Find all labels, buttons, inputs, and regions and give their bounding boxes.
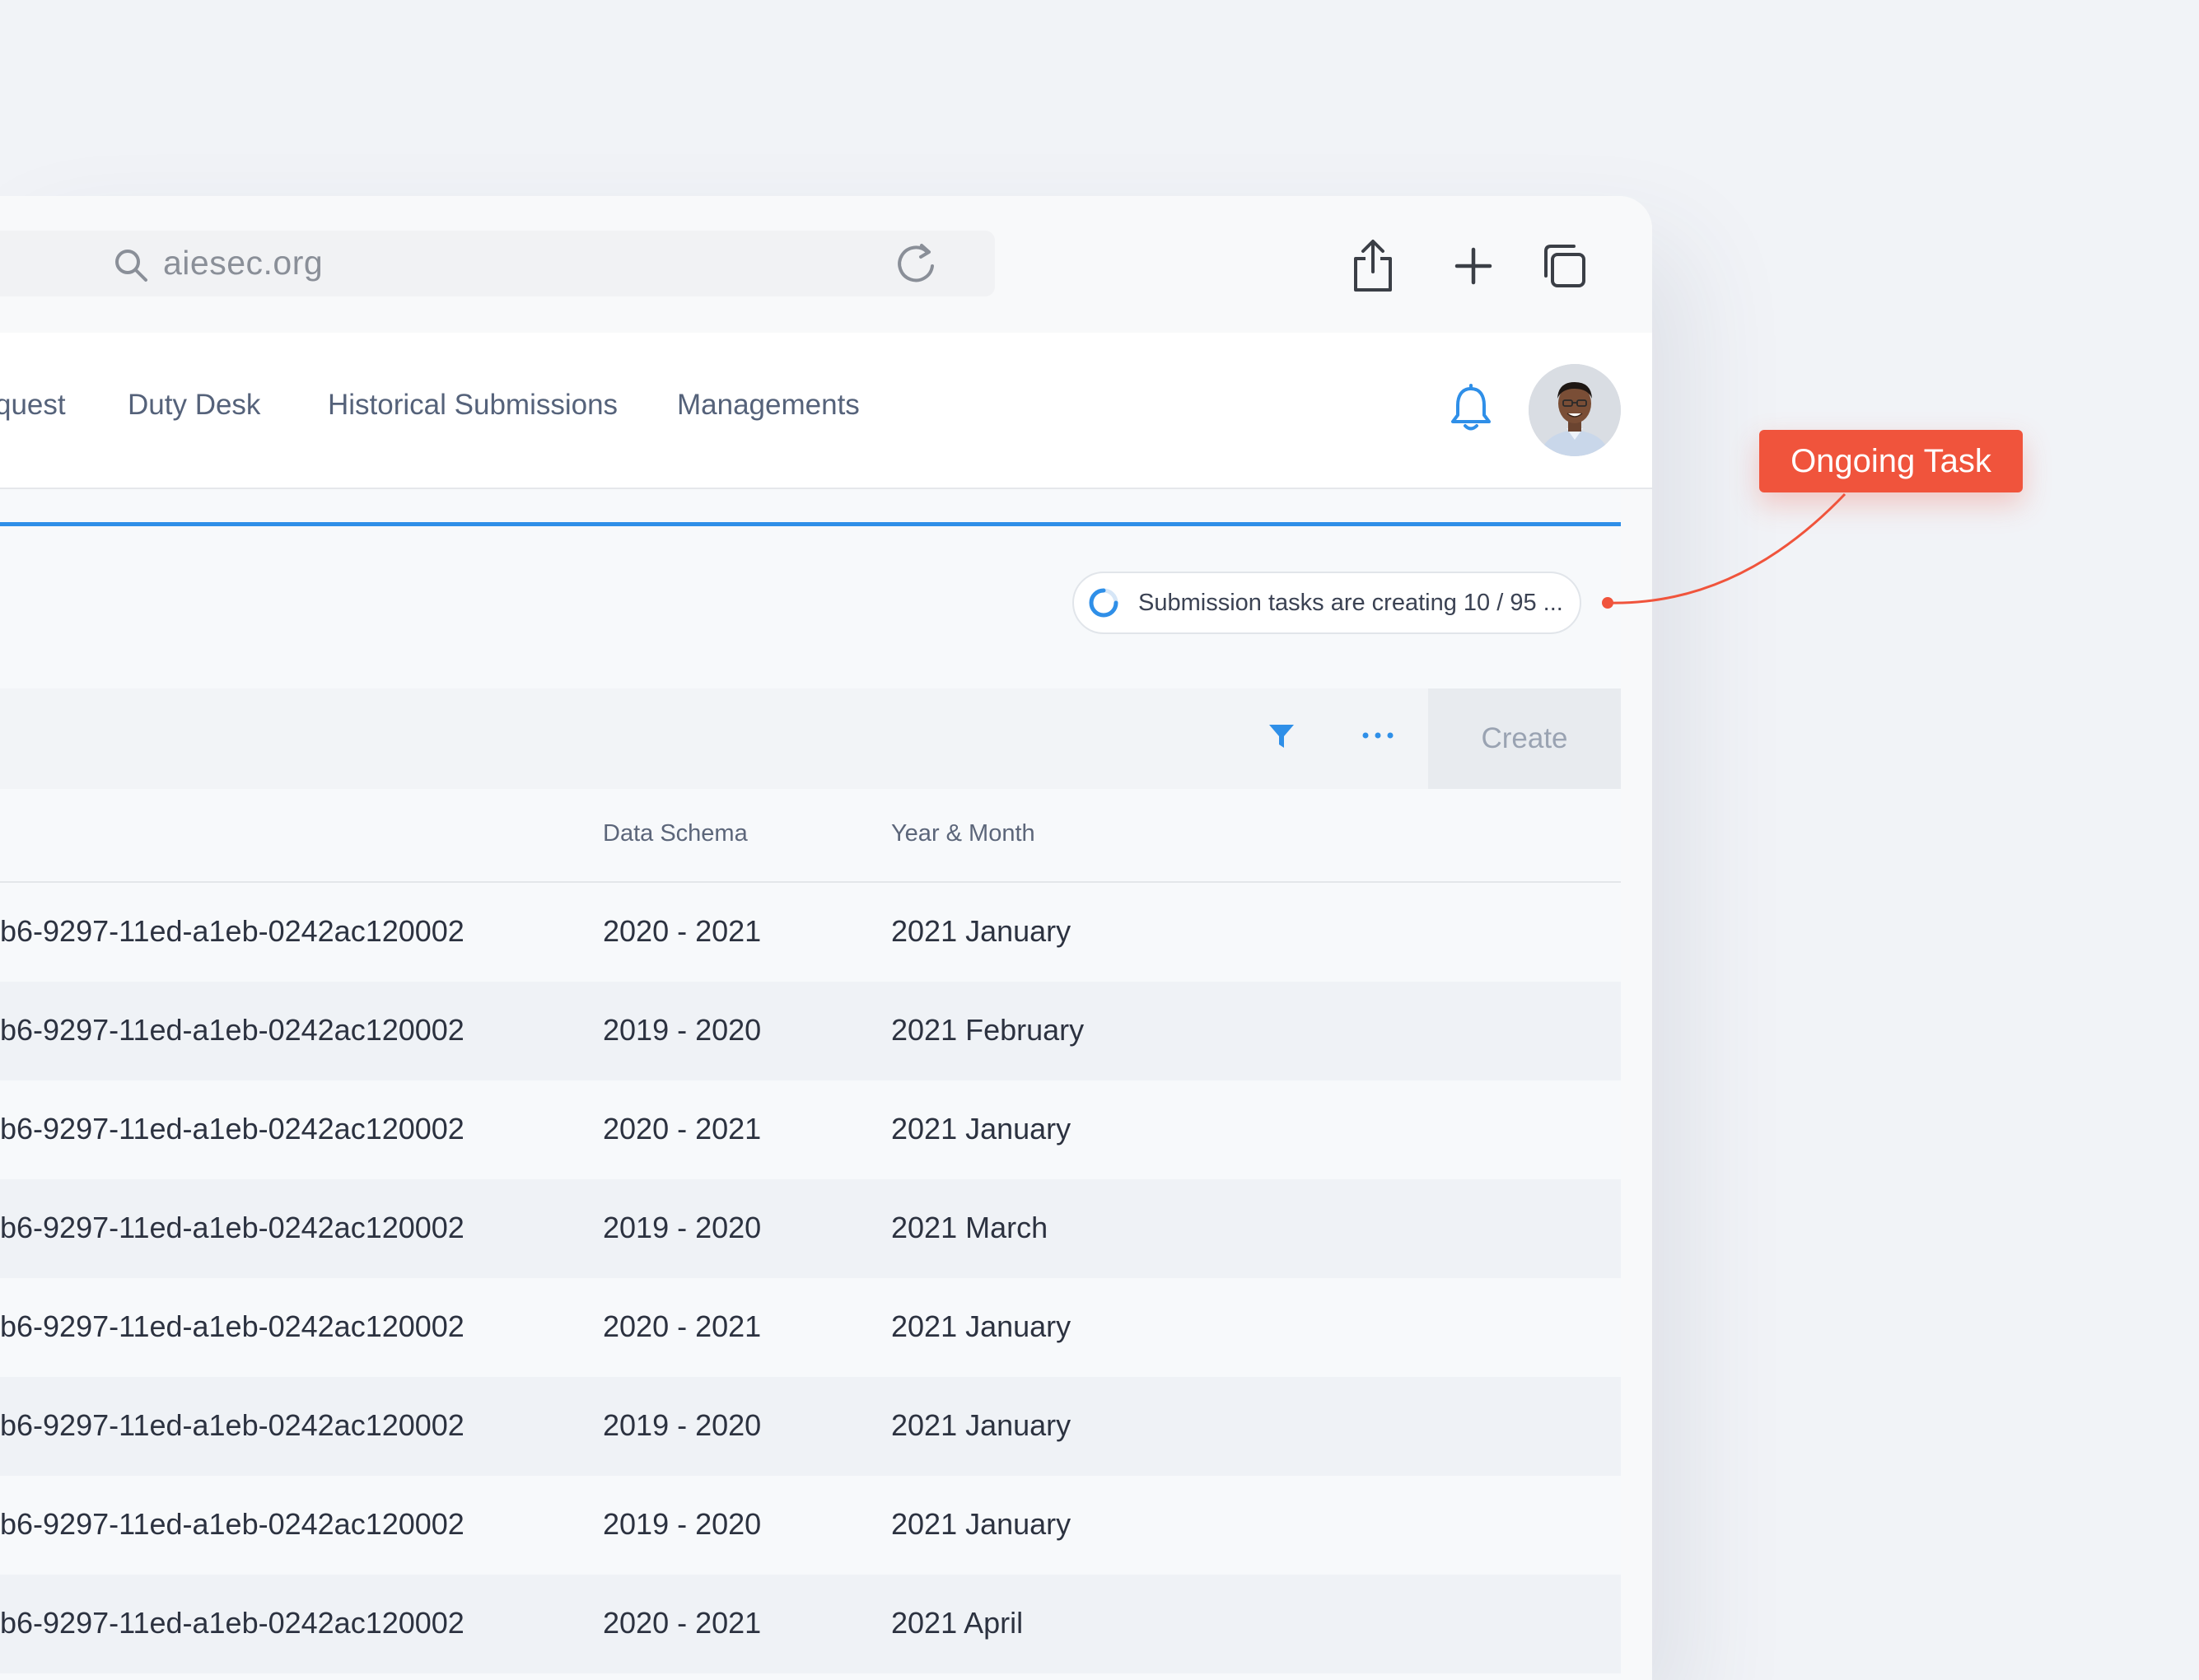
cell-data-schema: 2020 - 2021 [603, 1112, 762, 1146]
user-avatar[interactable] [1529, 364, 1621, 456]
table-row[interactable]: b6-9297-11ed-a1eb-0242ac120002 2019 - 202… [0, 1377, 1621, 1476]
new-tab-button[interactable] [1445, 237, 1502, 295]
callout-connector [1602, 492, 1847, 609]
cell-data-schema: 2019 - 2020 [603, 1507, 762, 1541]
cell-data-schema: 2020 - 2021 [603, 1309, 762, 1343]
cell-data-schema: 2019 - 2020 [603, 1211, 762, 1244]
cell-submission-id: b6-9297-11ed-a1eb-0242ac120002 [0, 1112, 465, 1146]
ongoing-task-callout: Ongoing Task [1759, 430, 2023, 492]
table-row[interactable]: b6-9297-11ed-a1eb-0242ac120002 2019 - 202… [0, 1179, 1621, 1278]
search-icon [115, 250, 147, 282]
column-header-year-month[interactable]: Year & Month [891, 820, 1035, 847]
cell-year-month: 2021 January [891, 1309, 1071, 1343]
cell-submission-id: b6-9297-11ed-a1eb-0242ac120002 [0, 1309, 465, 1343]
active-tab-indicator [0, 522, 1621, 526]
cell-data-schema: 2020 - 2021 [603, 1606, 762, 1640]
cell-year-month: 2021 April [891, 1606, 1024, 1640]
cell-year-month: 2021 February [891, 1013, 1085, 1047]
reload-icon[interactable] [894, 241, 939, 286]
task-status-pill[interactable]: Submission tasks are creating 10 / 95 ..… [1072, 572, 1581, 634]
cell-year-month: 2021 January [891, 1507, 1071, 1541]
avatar-image [1529, 364, 1621, 456]
bell-icon[interactable] [1448, 384, 1494, 435]
cell-year-month: 2021 January [891, 914, 1071, 948]
main-content: Submission tasks are creating 10 / 95 ..… [0, 489, 1621, 1680]
table-row[interactable]: b6-9297-11ed-a1eb-0242ac120002 2020 - 202… [0, 1575, 1621, 1673]
table-row[interactable]: b6-9297-11ed-a1eb-0242ac120002 2020 - 202… [0, 1080, 1621, 1179]
page-background: aiesec.org quest Duty Desk Historical Su… [0, 0, 2199, 1680]
nav-item-managements[interactable]: Managements [677, 389, 860, 422]
share-icon [1354, 240, 1392, 292]
share-button[interactable] [1344, 237, 1402, 295]
table-header: Data Schema Year & Month [0, 789, 1621, 883]
new-tab-icon [1454, 247, 1492, 285]
cell-year-month: 2021 January [891, 1408, 1071, 1442]
cell-submission-id: b6-9297-11ed-a1eb-0242ac120002 [0, 1408, 465, 1442]
table-row[interactable]: b6-9297-11ed-a1eb-0242ac120002 2019 - 202… [0, 1476, 1621, 1575]
nav-item-historical-submissions[interactable]: Historical Submissions [328, 389, 618, 422]
table-row[interactable]: b6-9297-11ed-a1eb-0242ac120002 2020 - 202… [0, 1278, 1621, 1377]
cell-data-schema: 2019 - 2020 [603, 1013, 762, 1047]
cell-data-schema: 2019 - 2020 [603, 1408, 762, 1442]
cell-submission-id: b6-9297-11ed-a1eb-0242ac120002 [0, 1507, 465, 1541]
tabs-icon [1544, 245, 1585, 287]
address-bar[interactable]: aiesec.org [0, 231, 995, 296]
filter-icon[interactable] [1267, 721, 1296, 751]
table-row[interactable]: b6-9297-11ed-a1eb-0242ac120002 2020 - 202… [0, 883, 1621, 982]
nav-item-request[interactable]: quest [0, 389, 66, 422]
browser-window: aiesec.org quest Duty Desk Historical Su… [0, 196, 1652, 1680]
table-action-bar: Create [0, 688, 1621, 789]
cell-submission-id: b6-9297-11ed-a1eb-0242ac120002 [0, 1013, 465, 1047]
cell-data-schema: 2020 - 2021 [603, 914, 762, 948]
nav-item-duty-desk[interactable]: Duty Desk [128, 389, 260, 422]
tabs-button[interactable] [1535, 237, 1593, 295]
table-row[interactable]: b6-9297-11ed-a1eb-0242ac120002 2019 - 202… [0, 982, 1621, 1080]
app-navigation: quest Duty Desk Historical Submissions M… [0, 333, 1652, 489]
cell-year-month: 2021 March [891, 1211, 1048, 1244]
cell-submission-id: b6-9297-11ed-a1eb-0242ac120002 [0, 1211, 465, 1244]
spinner-icon [1089, 588, 1118, 618]
more-icon[interactable] [1361, 730, 1395, 741]
table-body: b6-9297-11ed-a1eb-0242ac120002 2020 - 202… [0, 883, 1621, 1673]
column-header-data-schema[interactable]: Data Schema [603, 820, 748, 847]
address-text: aiesec.org [163, 244, 324, 282]
cell-submission-id: b6-9297-11ed-a1eb-0242ac120002 [0, 914, 465, 948]
cell-year-month: 2021 January [891, 1112, 1071, 1146]
task-status-text: Submission tasks are creating 10 / 95 ..… [1138, 590, 1563, 616]
browser-toolbar: aiesec.org [0, 196, 1652, 333]
create-button[interactable]: Create [1428, 688, 1621, 789]
cell-submission-id: b6-9297-11ed-a1eb-0242ac120002 [0, 1606, 465, 1640]
